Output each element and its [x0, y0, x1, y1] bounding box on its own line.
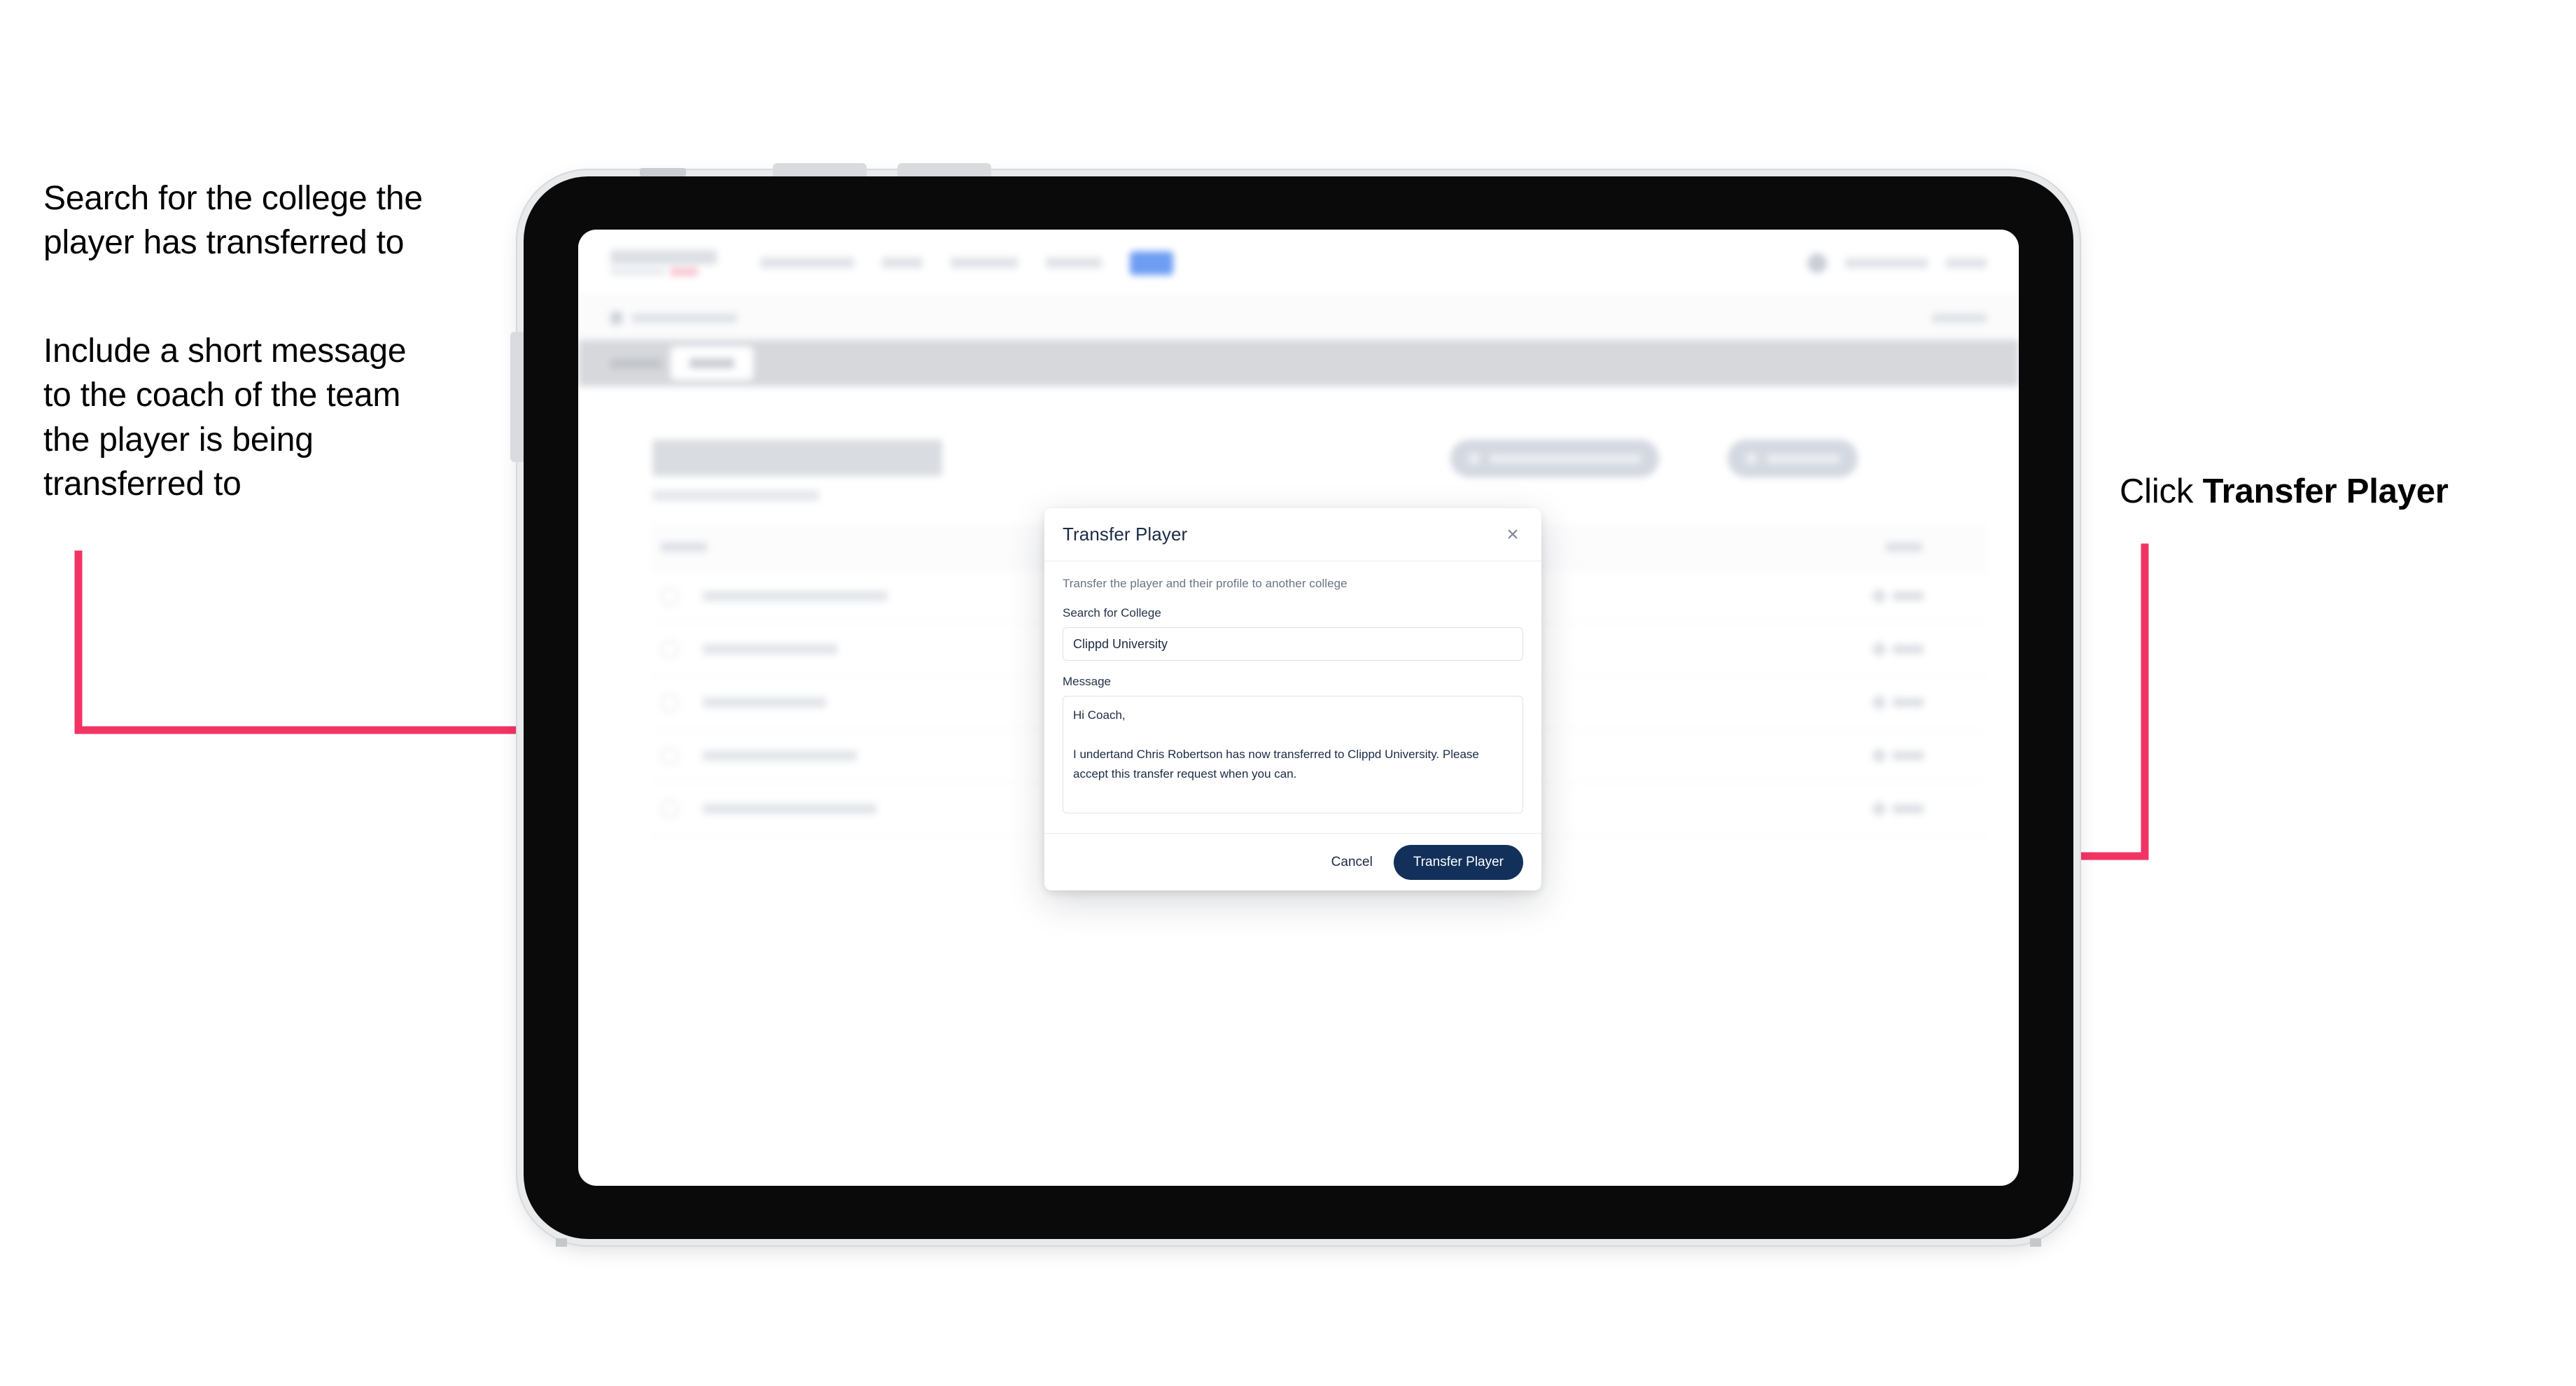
annotation-right-bold: Transfer Player: [2202, 472, 2449, 510]
annotation-click-transfer-player: Click Transfer Player: [2120, 469, 2576, 514]
row-edit-action[interactable]: [1870, 587, 1924, 605]
column-header-edit: [1886, 542, 1922, 552]
request-player-transfer-button[interactable]: [1450, 440, 1659, 477]
dialog-title: Transfer Player: [1063, 524, 1188, 545]
row-player-name: [703, 644, 837, 654]
avatar[interactable]: [1807, 253, 1827, 273]
pencil-icon: [1870, 587, 1888, 605]
nav-item-tournaments[interactable]: [760, 258, 854, 268]
pencil-icon: [1870, 694, 1888, 711]
add-player-label: [1767, 454, 1840, 463]
dialog-header: Transfer Player ×: [1044, 508, 1541, 561]
row-checkbox[interactable]: [661, 746, 679, 765]
device-antenna-line: [640, 168, 686, 176]
logo-wordmark: [610, 250, 717, 265]
transfer-player-dialog: Transfer Player × Transfer the player an…: [1044, 508, 1541, 890]
power-button[interactable]: [510, 332, 524, 462]
nav-user-email: [1845, 258, 1928, 268]
annotation-include-message: Include a short message to the coach of …: [43, 332, 407, 503]
app-nav-right: [1807, 253, 1987, 273]
logo-tagline-text: [610, 269, 665, 275]
app-nav-items: [760, 251, 1173, 275]
row-edit-label: [1893, 645, 1924, 654]
row-edit-action[interactable]: [1870, 747, 1924, 764]
tab-roster[interactable]: [671, 346, 753, 380]
search-college-input[interactable]: [1063, 627, 1523, 661]
app-logo[interactable]: [610, 250, 717, 276]
volume-up-button[interactable]: [773, 163, 867, 176]
tab-details[interactable]: [610, 358, 662, 369]
app-navbar: [578, 230, 2019, 297]
annotation-search-college: Search for the college the player has tr…: [43, 180, 423, 262]
row-player-name: [703, 591, 888, 601]
row-checkbox[interactable]: [661, 640, 679, 659]
annotation-right-prefix: Click: [2120, 472, 2203, 510]
transfer-icon: [1469, 453, 1480, 464]
tablet-screen: Transfer Player × Transfer the player an…: [578, 230, 2019, 1186]
row-edit-label: [1893, 592, 1924, 601]
app-tabbar: [578, 340, 2019, 386]
nav-item-teams[interactable]: [882, 258, 923, 268]
tablet-device: Transfer Player × Transfer the player an…: [510, 163, 2073, 1247]
add-player-button[interactable]: [1728, 440, 1858, 477]
row-checkbox[interactable]: [661, 587, 679, 606]
nav-item-leaderboard[interactable]: [951, 258, 1018, 268]
row-edit-label: [1893, 698, 1924, 707]
device-foot-right: [2030, 1238, 2041, 1247]
row-edit-label: [1893, 804, 1924, 813]
plus-icon: [1746, 453, 1757, 464]
search-college-label: Search for College: [1063, 606, 1161, 620]
message-label: Message: [1063, 675, 1111, 688]
page-title: [652, 440, 942, 476]
dialog-description: Transfer the player and their profile to…: [1063, 577, 1348, 590]
nav-sign-out[interactable]: [1946, 258, 1987, 268]
row-edit-action[interactable]: [1870, 694, 1924, 711]
breadcrumb-cancel[interactable]: [1932, 314, 1987, 323]
request-player-transfer-label: [1490, 454, 1641, 463]
logo-tagline: [610, 268, 717, 276]
close-icon[interactable]: ×: [1502, 524, 1523, 545]
dialog-footer: Cancel Transfer Player: [1044, 833, 1541, 890]
breadcrumb-icon: [610, 312, 622, 325]
breadcrumb: [578, 297, 2019, 340]
dialog-body: Transfer the player and their profile to…: [1044, 561, 1541, 833]
device-foot-left: [556, 1238, 567, 1247]
transfer-player-button[interactable]: Transfer Player: [1393, 844, 1523, 880]
column-header-email: [661, 542, 707, 552]
logo-tagline-accent: [670, 268, 698, 276]
row-player-name: [703, 804, 876, 814]
row-checkbox[interactable]: [661, 799, 679, 818]
pencil-icon: [1870, 640, 1888, 658]
screenshot-canvas: Search for the college the player has tr…: [0, 0, 2576, 1386]
page-subtitle: [652, 490, 819, 501]
message-textarea[interactable]: [1063, 696, 1523, 813]
nav-item-admin[interactable]: [1130, 251, 1173, 275]
pencil-icon: [1870, 747, 1888, 764]
row-edit-action[interactable]: [1870, 800, 1924, 818]
volume-down-button[interactable]: [897, 163, 991, 176]
row-player-name: [703, 750, 857, 761]
cancel-button[interactable]: Cancel: [1327, 849, 1377, 876]
pencil-icon: [1870, 800, 1888, 818]
row-player-name: [703, 697, 826, 708]
breadcrumb-text[interactable]: [632, 314, 737, 323]
row-edit-action[interactable]: [1870, 640, 1924, 658]
row-checkbox[interactable]: [661, 693, 679, 712]
nav-item-analytics[interactable]: [1046, 258, 1102, 268]
row-edit-label: [1893, 751, 1924, 760]
